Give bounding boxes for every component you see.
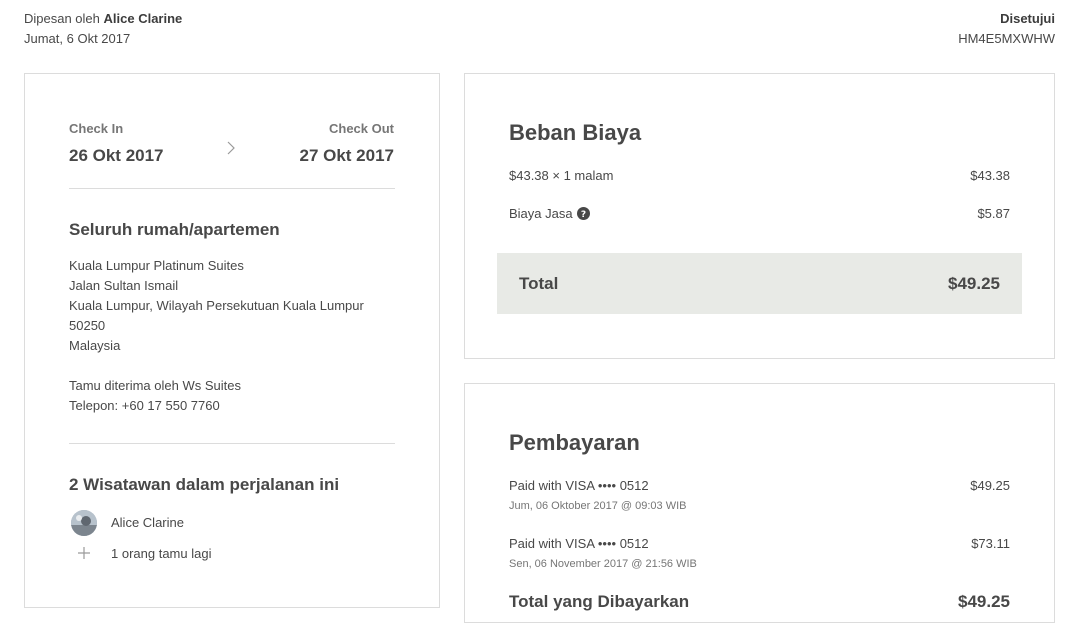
address-line: Jalan Sultan Ismail — [69, 278, 179, 293]
avatar[interactable] — [71, 510, 97, 536]
total-label: Total — [519, 274, 559, 293]
address-line: Kuala Lumpur, Wilayah Persekutuan Kuala … — [69, 298, 364, 313]
room-type: Seluruh rumah/apartemen — [69, 220, 280, 239]
svg-text:?: ? — [580, 210, 585, 220]
charges-card: Beban Biaya $43.38 × 1 malam $43.38 Biay… — [464, 73, 1055, 359]
payment-label: Paid with VISA •••• 0512 — [509, 478, 649, 493]
service-fee: Biaya Jasa ? — [509, 206, 590, 221]
order-date: Jumat, 6 Okt 2017 — [24, 31, 131, 46]
service-fee-value: $5.87 — [977, 206, 1010, 221]
divider — [69, 443, 395, 444]
phone-line: Telepon: +60 17 550 7760 — [69, 398, 220, 413]
address-line: Malaysia — [69, 338, 121, 353]
plus-icon[interactable] — [77, 546, 91, 560]
address: Kuala Lumpur Platinum Suites Jalan Sulta… — [69, 256, 364, 356]
total-paid-value: $49.25 — [958, 592, 1010, 611]
address-line: 50250 — [69, 318, 106, 333]
address-line: Kuala Lumpur Platinum Suites — [69, 258, 244, 273]
payment-amount: $73.11 — [971, 536, 1010, 551]
payments-card: Pembayaran Paid with VISA •••• 0512 Jum,… — [464, 383, 1055, 623]
reservation-details-card: Check In 26 Okt 2017 Check Out 27 Okt 20… — [24, 73, 440, 608]
payment-date: Sen, 06 November 2017 @ 21:56 WIB — [509, 558, 697, 570]
payments-title: Pembayaran — [509, 430, 640, 455]
travelers-title: 2 Wisatawan dalam perjalanan ini — [69, 475, 340, 494]
chevron-right-icon — [224, 140, 238, 156]
charges-title: Beban Biaya — [509, 120, 642, 145]
check-out-date: 27 Okt 2017 — [299, 146, 394, 165]
traveler-name: Alice Clarine — [111, 515, 184, 530]
check-in-date: 26 Okt 2017 — [69, 146, 164, 165]
question-circle-icon[interactable]: ? — [576, 207, 590, 220]
payment-label: Paid with VISA •••• 0512 — [509, 536, 649, 551]
host-line: Tamu diterima oleh Ws Suites — [69, 378, 241, 393]
confirmation-code: HM4E5MXWHW — [958, 31, 1055, 46]
more-guests[interactable]: 1 orang tamu lagi — [111, 546, 211, 561]
total-value: $49.25 — [948, 274, 1000, 293]
service-fee-label: Biaya Jasa — [509, 206, 573, 221]
nightly-rate-value: $43.38 — [970, 168, 1010, 183]
status-badge: Disetujui — [1000, 11, 1055, 26]
ordered-by: Dipesan oleh Alice Clarine — [24, 11, 182, 26]
total-row: Total $49.25 — [497, 253, 1022, 314]
ordered-by-prefix: Dipesan oleh — [24, 11, 100, 26]
check-in-label: Check In — [69, 121, 124, 136]
host-info: Tamu diterima oleh Ws Suites Telepon: +6… — [69, 376, 241, 416]
payment-date: Jum, 06 Oktober 2017 @ 09:03 WIB — [509, 500, 687, 512]
check-out-label: Check Out — [328, 121, 394, 136]
nightly-rate-label: $43.38 × 1 malam — [509, 168, 614, 183]
ordered-by-name: Alice Clarine — [103, 11, 183, 26]
total-paid-label: Total yang Dibayarkan — [509, 592, 690, 611]
divider — [69, 188, 395, 189]
payment-amount: $49.25 — [970, 478, 1010, 493]
